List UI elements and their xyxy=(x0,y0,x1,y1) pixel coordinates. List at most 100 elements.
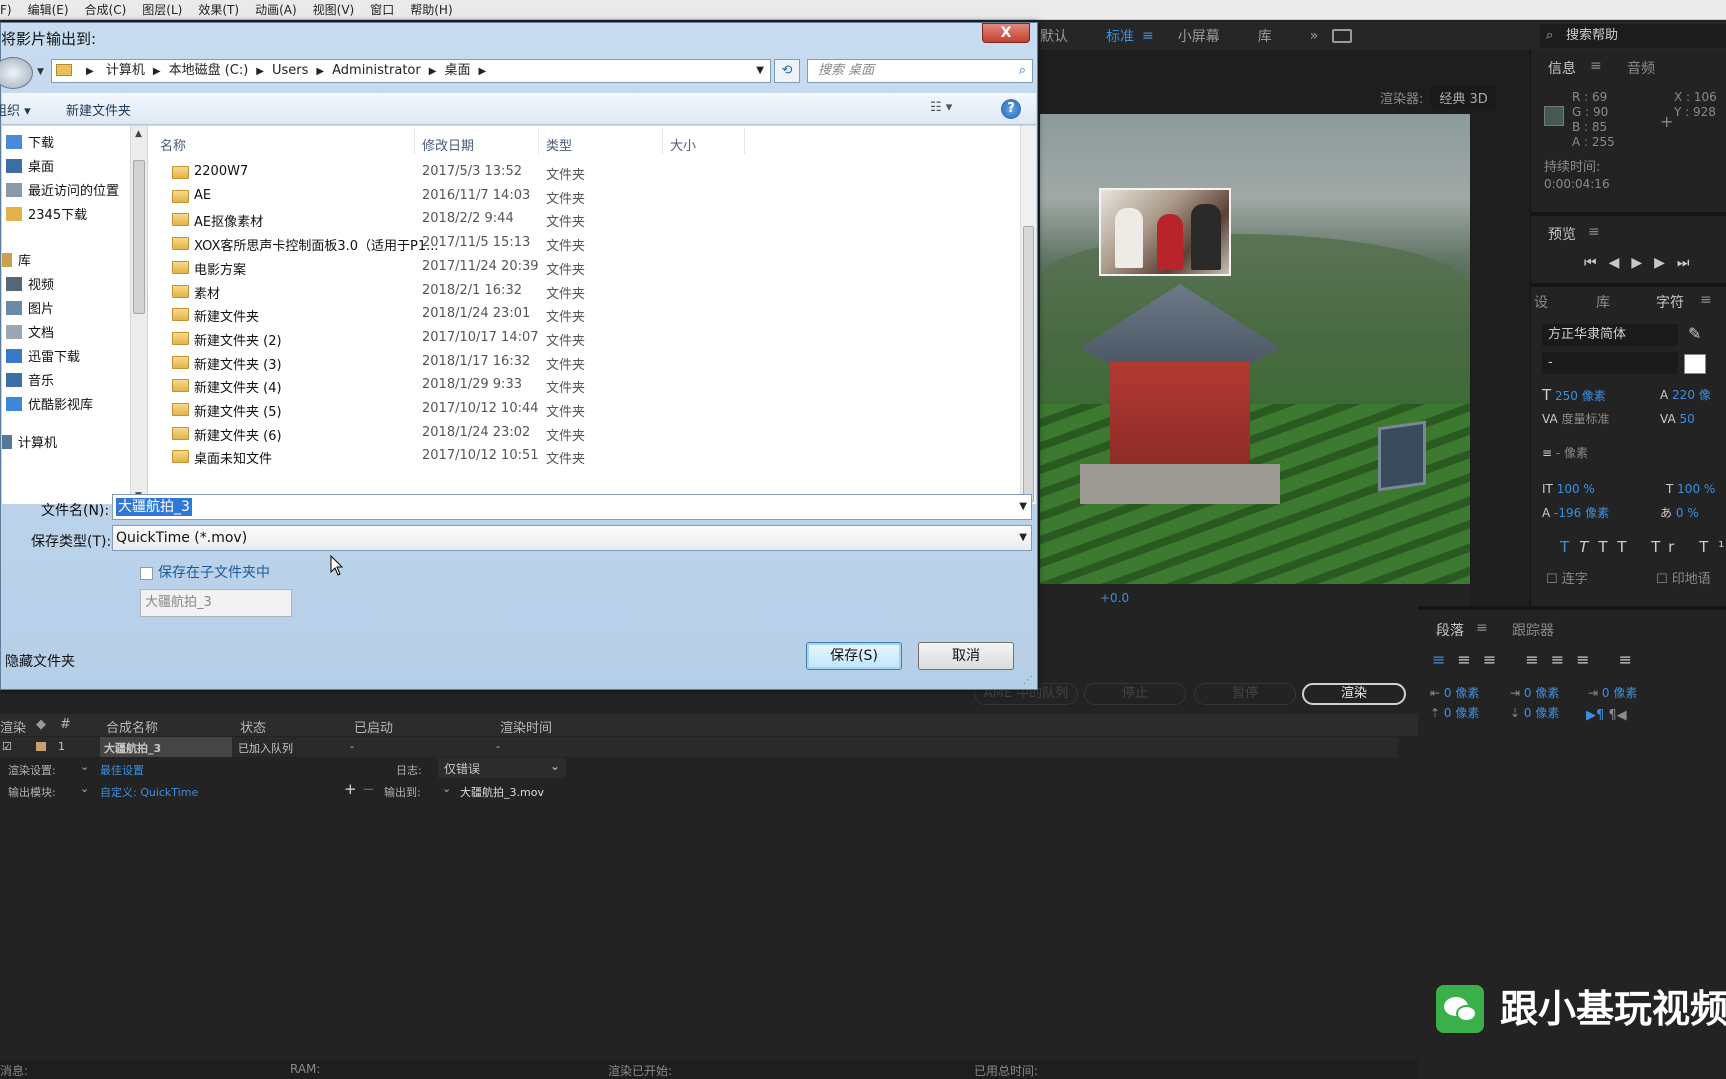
chevron-down-icon[interactable]: ⌄ xyxy=(80,760,89,773)
indent-right-value[interactable]: 0 像素 xyxy=(1524,686,1559,700)
tab-audio[interactable]: 音频 xyxy=(1627,58,1655,78)
help-button[interactable]: ? xyxy=(1001,99,1021,119)
indent-first[interactable]: ⇥ 0 像素 xyxy=(1588,686,1637,701)
filetype-select[interactable]: QuickTime (*.mov) ▼ xyxy=(112,525,1032,551)
sidebar-item[interactable]: 优酷影视库 xyxy=(6,394,93,413)
tracking-value[interactable]: 50 xyxy=(1679,412,1694,426)
table-row[interactable]: 新建文件夹 (4) 2018/1/29 9:33 文件夹 xyxy=(148,374,1036,397)
col-started[interactable]: 已启动 xyxy=(354,717,393,736)
sidebar-item[interactable]: 文档 xyxy=(6,322,54,341)
sidebar-item[interactable]: 视频 xyxy=(6,274,54,293)
tab-settings[interactable]: 设 xyxy=(1534,292,1548,312)
col-render-time[interactable]: 渲染时间 xyxy=(500,717,552,736)
preview-panel-title[interactable]: 预览 xyxy=(1548,224,1576,244)
table-row[interactable]: 素材 2018/2/1 16:32 文件夹 xyxy=(148,280,1036,303)
font-size-row[interactable]: T 250 像素 xyxy=(1542,388,1606,404)
table-row[interactable]: 新建文件夹 (3) 2018/1/17 16:32 文件夹 xyxy=(148,351,1036,374)
subfolder-checkbox-label[interactable]: 保存在子文件夹中 xyxy=(158,562,270,582)
align-buttons[interactable]: ≡≡≡ ≡≡≡ ≡ xyxy=(1432,652,1644,668)
indent-first-value[interactable]: 0 像素 xyxy=(1602,686,1637,700)
view-options-icon[interactable]: ☷ ▾ xyxy=(930,100,952,115)
col-index[interactable]: # xyxy=(60,717,71,732)
table-row[interactable]: ☑ 1 大疆航拍_3 已加入队列 - - xyxy=(0,737,1398,757)
tab-library[interactable]: 库 xyxy=(1596,292,1610,312)
filename-input[interactable]: 大疆航拍_3 ▼ xyxy=(112,494,1032,520)
table-row[interactable]: AE抠像素材 2018/2/2 9:44 文件夹 xyxy=(148,208,1036,231)
col-comp-name[interactable]: 合成名称 xyxy=(106,717,158,736)
table-row[interactable]: 2200W7 2017/5/3 13:52 文件夹 xyxy=(148,161,1036,184)
column-divider[interactable] xyxy=(662,128,663,154)
breadcrumb-item[interactable]: 桌面 xyxy=(444,63,470,78)
col-modified[interactable]: 修改日期 xyxy=(422,135,474,154)
workspace-more-icon[interactable]: » xyxy=(1310,28,1319,44)
space-before-value[interactable]: 0 像素 xyxy=(1444,706,1479,720)
ligature-checkbox[interactable]: ☐ 连字 xyxy=(1546,572,1588,587)
search-help-input[interactable]: ⌕ 搜索帮助 xyxy=(1540,24,1726,48)
hscale-value[interactable]: 100 % xyxy=(1677,482,1715,496)
hide-folders-toggle[interactable]: 隐藏文件夹 xyxy=(5,651,75,671)
output-module-link[interactable]: 自定义: QuickTime xyxy=(100,784,198,800)
search-icon[interactable]: ⌕ xyxy=(1019,60,1026,82)
character-menu-icon[interactable]: ≡ xyxy=(1700,292,1712,308)
breadcrumb-arrow-icon[interactable]: ▶ xyxy=(256,66,264,77)
fill-color-swatch[interactable] xyxy=(1684,354,1706,374)
col-type[interactable]: 类型 xyxy=(546,135,572,154)
ae-menu-item[interactable]: 动画(A) xyxy=(255,1,297,18)
subfolder-checkbox[interactable] xyxy=(140,567,153,580)
search-input[interactable]: 搜索 桌面 ⌕ xyxy=(807,59,1033,83)
row-comp-name[interactable]: 大疆航拍_3 xyxy=(100,737,232,757)
hindi-checkbox[interactable]: ☐ 印地语 xyxy=(1656,572,1711,587)
renderer-value[interactable]: 经典 3D xyxy=(1431,86,1496,109)
file-list-scrollbar[interactable] xyxy=(1020,126,1036,504)
chevron-down-icon[interactable]: ▼ xyxy=(1019,526,1027,550)
sidebar-item[interactable]: 迅雷下载 xyxy=(6,346,80,365)
ae-menu-item[interactable]: 编辑(E) xyxy=(28,1,69,18)
text-style-buttons[interactable]: TTTT Tr T¹ T xyxy=(1560,540,1726,555)
col-status[interactable]: 状态 xyxy=(240,717,266,736)
indent-left[interactable]: ⇤ 0 像素 xyxy=(1430,686,1479,701)
close-button[interactable]: X xyxy=(982,23,1030,43)
breadcrumb-item[interactable]: Administrator xyxy=(332,63,421,78)
workspace-menu-icon[interactable]: ≡ xyxy=(1142,28,1154,44)
column-divider[interactable] xyxy=(414,128,415,154)
composition-preview[interactable] xyxy=(1040,114,1470,584)
address-bar[interactable]: ▶ 计算机 ▶ 本地磁盘 (C:) ▶ Users ▶ Administrator ▶ 桌面 ▶ … xyxy=(51,59,771,83)
workspace-library[interactable]: 库 xyxy=(1258,26,1272,46)
chevron-down-icon[interactable]: ▼ xyxy=(756,60,764,82)
space-after[interactable]: ⇣ 0 像素 xyxy=(1510,706,1559,721)
vscale-row[interactable]: IT 100 % xyxy=(1542,482,1595,497)
cancel-button[interactable]: 取消 xyxy=(918,642,1014,670)
sidebar-item[interactable]: 桌面 xyxy=(6,156,54,175)
kerning-value[interactable]: 度量标准 xyxy=(1561,412,1609,426)
workspace-default[interactable]: 默认 xyxy=(1040,26,1068,46)
breadcrumb-item[interactable]: 计算机 xyxy=(106,63,145,78)
sidebar-item[interactable]: 下载 xyxy=(6,132,54,151)
preview-menu-icon[interactable]: ≡ xyxy=(1588,224,1600,240)
ae-menu-item[interactable]: 窗口 xyxy=(370,1,394,18)
paragraph-menu-icon[interactable]: ≡ xyxy=(1476,620,1488,636)
font-family-select[interactable]: 方正华隶简体 xyxy=(1542,324,1678,346)
breadcrumb-item[interactable]: 本地磁盘 (C:) xyxy=(169,63,249,78)
log-select[interactable]: 仅错误 ⌄ xyxy=(438,758,566,778)
save-button[interactable]: 保存(S) xyxy=(806,642,902,670)
stroke-row[interactable]: ≡ - 像素 xyxy=(1542,446,1588,461)
new-folder-button[interactable]: 新建文件夹 xyxy=(66,100,131,119)
tsume-value[interactable]: 0 % xyxy=(1676,506,1699,520)
playback-controls[interactable]: ⏮◀▶▶⏭ xyxy=(1584,256,1702,271)
render-button[interactable]: 渲染 xyxy=(1302,683,1406,705)
tab-info[interactable]: 信息 xyxy=(1548,58,1576,78)
column-divider[interactable] xyxy=(538,128,539,154)
stop-button[interactable]: 停止 xyxy=(1084,683,1186,705)
tab-tracker[interactable]: 跟踪器 xyxy=(1512,620,1554,640)
chevron-down-icon[interactable]: ▼ xyxy=(1019,495,1027,519)
eyedropper-icon[interactable]: ✎ xyxy=(1688,326,1701,342)
nav-scrollbar[interactable]: ▲ ▼ xyxy=(130,126,147,504)
add-output-icon[interactable]: + xyxy=(344,780,357,798)
workspace-standard[interactable]: 标准 xyxy=(1106,26,1134,46)
direction-buttons[interactable]: ▶¶ ¶◀ xyxy=(1586,708,1627,723)
table-row[interactable]: 新建文件夹 2018/1/24 23:01 文件夹 xyxy=(148,303,1036,326)
leading-row[interactable]: A 220 像 xyxy=(1660,388,1711,403)
table-row[interactable]: 桌面未知文件 2017/10/12 10:51 文件夹 xyxy=(148,445,1036,468)
chevron-down-icon[interactable]: ▼ xyxy=(37,67,44,77)
remove-output-icon[interactable]: − xyxy=(362,780,375,798)
